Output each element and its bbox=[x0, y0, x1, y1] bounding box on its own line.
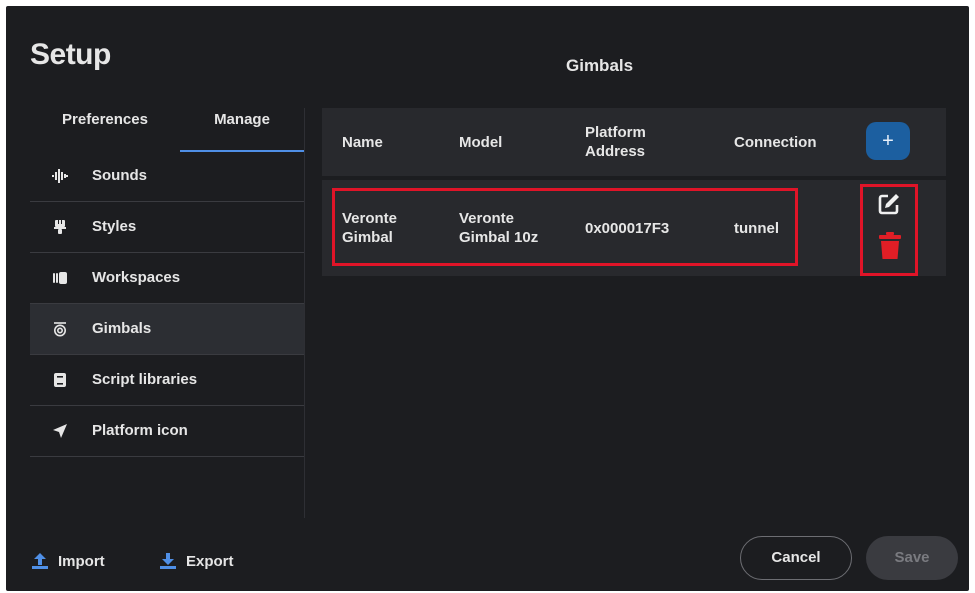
tab-manage[interactable]: Manage bbox=[180, 106, 304, 152]
tab-bar: Preferences Manage bbox=[30, 106, 304, 154]
column-header-name: Name bbox=[342, 133, 383, 151]
sidebar-item-label: Gimbals bbox=[92, 320, 152, 337]
paint-brush-icon bbox=[54, 220, 66, 234]
dialog-title: Setup bbox=[30, 38, 111, 71]
tab-preferences[interactable]: Preferences bbox=[30, 106, 180, 150]
sidebar-item-sounds[interactable]: Sounds bbox=[30, 151, 304, 202]
save-button[interactable]: Save bbox=[866, 536, 958, 580]
sidebar-item-gimbals[interactable]: Gimbals bbox=[30, 304, 304, 355]
export-button[interactable]: Export bbox=[158, 551, 234, 571]
setup-dialog: Setup Gimbals Preferences Manage Sounds bbox=[6, 6, 969, 591]
add-gimbal-button[interactable]: + bbox=[866, 122, 910, 160]
table-row[interactable]: Veronte Gimbal Veronte Gimbal 10z 0x0000… bbox=[322, 180, 946, 276]
cancel-button[interactable]: Cancel bbox=[740, 536, 852, 580]
section-title: Gimbals bbox=[566, 56, 634, 75]
export-label: Export bbox=[186, 552, 234, 570]
sidebar-item-platform-icon[interactable]: Platform icon bbox=[30, 406, 304, 457]
gimbals-table: Name Model Platform Address Connection +… bbox=[322, 108, 946, 276]
gimbal-camera-icon bbox=[54, 322, 66, 337]
book-icon bbox=[54, 373, 66, 387]
column-header-connection: Connection bbox=[734, 133, 817, 151]
row-highlight-box bbox=[332, 188, 798, 266]
sidebar-item-workspaces[interactable]: Workspaces bbox=[30, 253, 304, 304]
import-button[interactable]: Import bbox=[30, 551, 105, 571]
workspaces-icon bbox=[53, 272, 67, 284]
table-header: Name Model Platform Address Connection + bbox=[322, 108, 946, 176]
column-header-platform-address: Platform Address bbox=[585, 124, 646, 160]
download-icon bbox=[160, 553, 176, 569]
sound-wave-icon bbox=[52, 169, 68, 183]
sidebar-item-label: Sounds bbox=[92, 167, 147, 184]
edit-icon[interactable] bbox=[877, 192, 901, 216]
panel-divider bbox=[304, 108, 305, 518]
upload-icon bbox=[32, 553, 48, 569]
navigation-arrow-icon bbox=[53, 424, 67, 438]
column-header-model: Model bbox=[459, 133, 503, 151]
sidebar-item-script-libraries[interactable]: Script libraries bbox=[30, 355, 304, 406]
import-label: Import bbox=[58, 552, 105, 570]
sidebar-menu: Sounds Styles Workspaces Gimbals Script … bbox=[30, 151, 304, 457]
sidebar-item-label: Styles bbox=[92, 218, 137, 235]
delete-icon[interactable] bbox=[879, 232, 901, 260]
sidebar-item-styles[interactable]: Styles bbox=[30, 202, 304, 253]
sidebar-item-label: Workspaces bbox=[92, 269, 181, 286]
sidebar-item-label: Platform icon bbox=[92, 422, 188, 439]
sidebar-item-label: Script libraries bbox=[92, 371, 198, 388]
